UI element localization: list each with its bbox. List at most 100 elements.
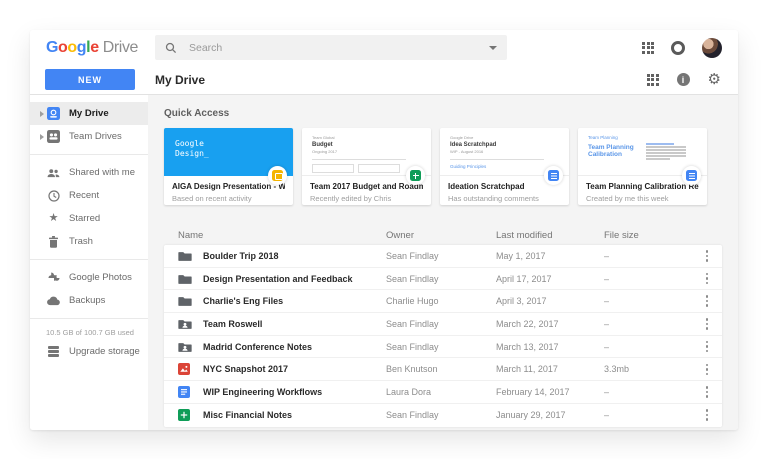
notifications-icon[interactable] bbox=[671, 40, 685, 55]
grid-view-icon[interactable] bbox=[646, 73, 659, 86]
page-title: My Drive bbox=[155, 72, 206, 87]
sidebar-item-backups[interactable]: Backups bbox=[30, 289, 148, 312]
apps-grid-icon[interactable] bbox=[642, 41, 654, 54]
recent-clock-icon bbox=[46, 189, 61, 202]
logo-product-name: Drive bbox=[102, 38, 139, 56]
table-row[interactable]: WIP Engineering Workflows Laura Dora Feb… bbox=[164, 381, 722, 404]
thumbnail-text-lines bbox=[646, 142, 686, 161]
quick-access-card[interactable]: Google Drive Idea Scratchpad WIP - Augus… bbox=[440, 128, 569, 205]
sidebar-item-my-drive[interactable]: My Drive bbox=[30, 102, 148, 125]
google-photos-icon bbox=[46, 271, 61, 284]
row-menu-icon[interactable] bbox=[692, 363, 722, 376]
card-subtitle: Has outstanding comments bbox=[448, 193, 539, 203]
card-title: Team 2017 Budget and Roadmap bbox=[310, 182, 423, 191]
sidebar-item-trash[interactable]: Trash bbox=[30, 230, 148, 253]
sheets-icon bbox=[410, 170, 421, 181]
sidebar-item-google-photos[interactable]: Google Photos bbox=[30, 266, 148, 289]
cell-size: – bbox=[604, 318, 610, 329]
docs-app-badge bbox=[682, 166, 701, 185]
google-drive-logo: Google Drive bbox=[46, 38, 139, 56]
storage-usage-text: 10.5 GB of 100.7 GB used bbox=[46, 328, 134, 337]
sidebar-item-team-drives[interactable]: Team Drives bbox=[30, 125, 148, 148]
column-header-size: File size bbox=[604, 229, 639, 241]
cell-size: – bbox=[604, 410, 610, 421]
row-menu-icon[interactable] bbox=[692, 272, 722, 285]
cell-modified: March 22, 2017 bbox=[496, 318, 559, 329]
team-drives-icon bbox=[46, 130, 61, 143]
card-title: Ideation Scratchpad bbox=[448, 182, 525, 191]
table-row[interactable]: Design Presentation and Feedback Sean Fi… bbox=[164, 268, 722, 291]
quick-access-card[interactable]: Team Global Budget Ongoing 2017 Team 201… bbox=[302, 128, 431, 205]
cell-owner: Laura Dora bbox=[386, 386, 432, 397]
shared-with-me-icon bbox=[46, 168, 61, 178]
quick-access-card[interactable]: Google Design_ AIGA Design Presentation … bbox=[164, 128, 293, 205]
sidebar-item-starred[interactable]: Starred bbox=[30, 207, 148, 230]
table-row[interactable]: NYC Snapshot 2017 Ben Knutson March 11, … bbox=[164, 358, 722, 382]
column-header-name: Name bbox=[178, 229, 204, 241]
cell-size: – bbox=[604, 341, 610, 352]
cell-owner: Sean Findlay bbox=[386, 341, 439, 352]
row-menu-icon[interactable] bbox=[692, 250, 722, 262]
column-header-owner: Owner bbox=[386, 229, 414, 241]
cell-owner: Sean Findlay bbox=[386, 410, 439, 421]
expand-arrow-icon[interactable] bbox=[37, 111, 46, 117]
quick-access-cards: Google Design_ AIGA Design Presentation … bbox=[164, 128, 722, 205]
cell-size: – bbox=[604, 386, 610, 397]
row-menu-icon[interactable] bbox=[692, 318, 722, 330]
table-row[interactable]: Misc Financial Notes Sean Findlay Januar… bbox=[164, 404, 722, 427]
sidebar-item-upgrade-storage[interactable]: Upgrade storage bbox=[30, 340, 148, 363]
cell-owner: Sean Findlay bbox=[386, 250, 439, 261]
row-menu-icon[interactable] bbox=[692, 340, 722, 353]
cell-modified: April 3, 2017 bbox=[496, 296, 547, 307]
sidebar: My Drive Team Drives Shared with me Rece… bbox=[30, 95, 148, 430]
file-table: Boulder Trip 2018 Sean Findlay May 1, 20… bbox=[164, 245, 722, 427]
table-row[interactable]: Madrid Conference Notes Sean Findlay Mar… bbox=[164, 336, 722, 359]
table-row[interactable]: Team Roswell Sean Findlay March 22, 2017… bbox=[164, 313, 722, 336]
new-button[interactable]: NEW bbox=[45, 69, 135, 90]
quick-access-card[interactable]: Team Planning Team Planning Calibration … bbox=[578, 128, 707, 205]
sidebar-divider bbox=[30, 318, 148, 319]
top-bar: Google Drive bbox=[30, 30, 738, 65]
cell-owner: Sean Findlay bbox=[386, 273, 439, 284]
row-menu-icon[interactable] bbox=[692, 409, 722, 421]
star-icon bbox=[46, 213, 61, 224]
cell-modified: January 29, 2017 bbox=[496, 410, 566, 421]
cell-owner: Ben Knutson bbox=[386, 364, 438, 375]
card-title: Team Planning Calibration Review bbox=[586, 182, 699, 191]
file-table-header: Name Owner Last modified File size bbox=[164, 225, 722, 245]
storage-bars-icon bbox=[46, 346, 61, 357]
docs-icon bbox=[548, 170, 559, 181]
sheets-file-icon bbox=[178, 409, 192, 422]
cell-modified: May 1, 2017 bbox=[496, 250, 546, 261]
image-file-icon bbox=[178, 363, 192, 376]
row-menu-icon[interactable] bbox=[692, 295, 722, 307]
cell-size: – bbox=[604, 296, 610, 307]
sidebar-divider bbox=[30, 259, 148, 260]
folder-icon bbox=[178, 273, 192, 285]
search-options-caret-icon[interactable] bbox=[489, 45, 497, 54]
search-bar[interactable] bbox=[155, 35, 507, 60]
settings-gear-icon[interactable] bbox=[708, 72, 721, 87]
sidebar-item-shared-with-me[interactable]: Shared with me bbox=[30, 161, 148, 184]
docs-app-badge bbox=[544, 166, 563, 185]
cell-owner: Sean Findlay bbox=[386, 318, 439, 329]
table-row[interactable]: Charlie's Eng Files Charlie Hugo April 3… bbox=[164, 290, 722, 314]
table-row[interactable]: Boulder Trip 2018 Sean Findlay May 1, 20… bbox=[164, 245, 722, 268]
cloud-backup-icon bbox=[46, 295, 61, 306]
sheets-app-badge bbox=[406, 166, 425, 185]
column-header-modified: Last modified bbox=[496, 229, 553, 241]
account-avatar[interactable] bbox=[702, 37, 722, 58]
folder-icon bbox=[178, 295, 192, 307]
search-icon bbox=[165, 42, 177, 53]
my-drive-icon bbox=[46, 107, 61, 120]
card-subtitle: Created by me this week bbox=[586, 193, 669, 203]
slides-icon bbox=[272, 170, 283, 181]
expand-arrow-icon[interactable] bbox=[37, 134, 46, 140]
search-input[interactable] bbox=[189, 41, 489, 54]
cell-owner: Charlie Hugo bbox=[386, 296, 439, 307]
row-menu-icon[interactable] bbox=[692, 386, 722, 398]
sidebar-item-recent[interactable]: Recent bbox=[30, 184, 148, 207]
info-icon[interactable] bbox=[676, 73, 690, 86]
shared-folder-icon bbox=[178, 341, 192, 353]
drive-toolbar: NEW My Drive bbox=[30, 65, 738, 95]
